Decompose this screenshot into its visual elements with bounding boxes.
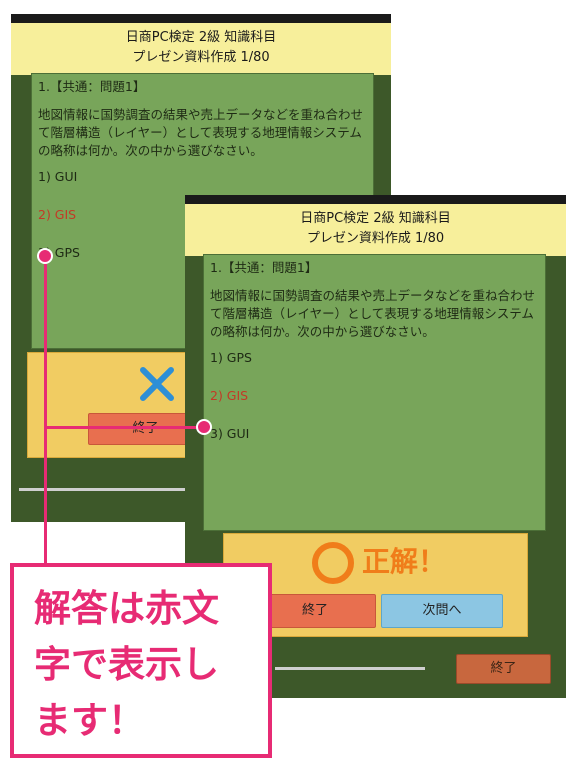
circle-mark-icon [312,542,354,584]
question-header: 1.【共通：問題1】 [38,79,146,94]
callout-line-3: ます！ [34,699,145,742]
choice-1[interactable]: 1) GPS [210,349,539,367]
callout-line-2: 字で表示し [34,643,219,686]
result-panel: 終了 [27,352,203,458]
callout-line-1: 解答は赤文 [34,587,219,630]
connector-vertical [44,256,47,566]
title-bar: 日商PC検定 2級 知識科目 プレゼン資料作成 1/80 [11,23,391,75]
title-line-1: 日商PC検定 2級 知識科目 [125,30,277,45]
question-header: 1.【共通：問題1】 [210,260,318,275]
result-text: 正解！ [362,545,447,578]
choice-1[interactable]: 1) GUI [38,168,367,186]
title-bar: 日商PC検定 2級 知識科目 プレゼン資料作成 1/80 [185,204,566,256]
cross-mark-icon [140,367,174,401]
title-line-2: プレゼン資料作成 1/80 [132,50,270,65]
connector-horizontal [44,426,204,429]
next-question-button[interactable]: 次問へ [381,594,503,628]
choice-3[interactable]: 3) GUI [210,425,539,443]
question-text: 地図情報に国勢調査の結果や売上データなどを重ね合わせて階層構造（レイヤー）として… [210,288,536,339]
separator [275,667,425,670]
exit-button[interactable]: 終了 [254,594,376,628]
callout-box: 解答は赤文 字で表示し ます！ [10,563,272,758]
question-text: 地図情報に国勢調査の結果や売上データなどを重ね合わせて階層構造（レイヤー）として… [38,107,364,158]
question-panel: 1.【共通：問題1】 地図情報に国勢調査の結果や売上データなどを重ね合わせて階層… [203,254,546,531]
status-bar [11,14,391,23]
title-line-2: プレゼン資料作成 1/80 [306,231,445,246]
choice-2-answer[interactable]: 2) GIS [210,387,539,405]
pointer-dot-2 [196,419,212,435]
status-bar [185,195,566,204]
end-button[interactable]: 終了 [456,654,551,684]
title-line-1: 日商PC検定 2級 知識科目 [300,211,451,226]
pointer-dot-1 [37,248,53,264]
